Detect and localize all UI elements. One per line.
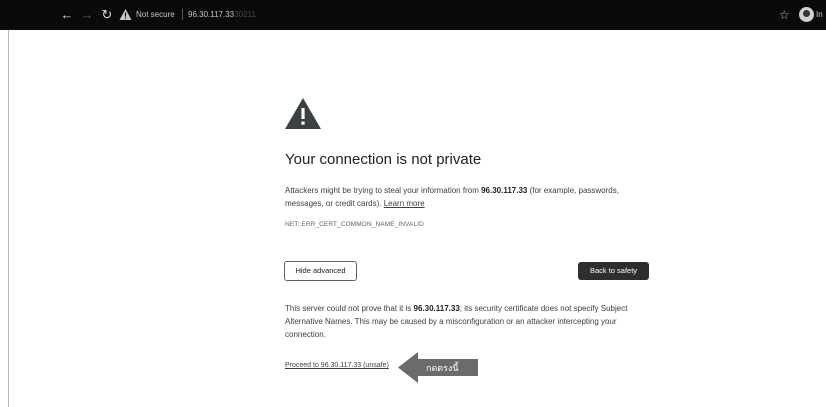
proceed-unsafe-link[interactable]: Proceed to 96.30.117.33 (unsafe) xyxy=(285,362,389,369)
annotation-label: กดตรงนี้ xyxy=(426,363,459,373)
warning-description: Attackers might be trying to steal your … xyxy=(285,184,655,210)
forward-arrow-icon[interactable]: → xyxy=(78,6,96,24)
page-title: Your connection is not private xyxy=(285,151,482,168)
advanced-description: This server could not prove that it is 9… xyxy=(285,302,655,341)
back-to-safety-button[interactable]: Back to safety xyxy=(578,262,649,280)
security-status[interactable]: Not secure xyxy=(136,8,175,21)
address-port[interactable]: :30211 xyxy=(232,8,256,21)
omnibox-separator xyxy=(182,9,183,20)
description-host: 96.30.117.33 xyxy=(481,186,528,195)
learn-more-link[interactable]: Learn more xyxy=(384,199,425,208)
reload-icon[interactable]: ↻ xyxy=(98,6,116,24)
profile-name[interactable]: In xyxy=(816,8,823,21)
advanced-host: 96.30.117.33 xyxy=(413,304,460,313)
avatar[interactable] xyxy=(799,7,814,22)
warning-icon[interactable] xyxy=(119,8,132,21)
hide-advanced-button[interactable]: Hide advanced xyxy=(284,261,357,281)
window-border xyxy=(8,0,9,407)
description-text-1: Attackers might be trying to steal your … xyxy=(285,186,482,195)
error-code: NET::ERR_CERT_COMMON_NAME_INVALID xyxy=(285,221,424,228)
back-arrow-icon[interactable]: ← xyxy=(58,6,76,24)
advanced-text-1: This server could not prove that it is xyxy=(285,304,414,313)
star-icon[interactable]: ☆ xyxy=(779,6,790,24)
browser-toolbar: ← → ↻ Not secure 96.30.117.33 :30211 ☆ I… xyxy=(0,0,826,30)
warning-triangle-icon xyxy=(285,98,321,129)
address-host[interactable]: 96.30.117.33 xyxy=(188,8,234,21)
